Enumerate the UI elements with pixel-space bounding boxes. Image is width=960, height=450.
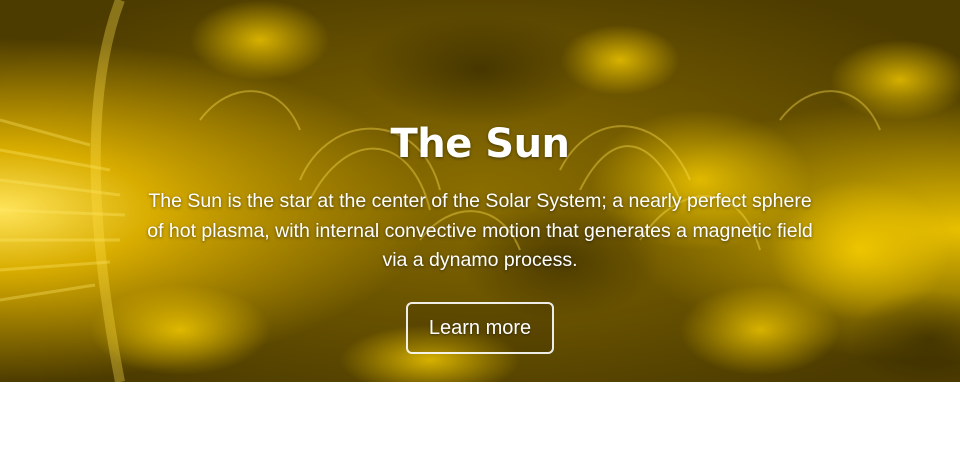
hero-banner: The Sun The Sun is the star at the cente…	[0, 0, 960, 382]
hero-description: The Sun is the star at the center of the…	[147, 190, 813, 271]
learn-more-button[interactable]: Learn more	[406, 302, 554, 354]
hero-content: The Sun The Sun is the star at the cente…	[0, 0, 960, 382]
hero-title: The Sun	[390, 121, 570, 167]
